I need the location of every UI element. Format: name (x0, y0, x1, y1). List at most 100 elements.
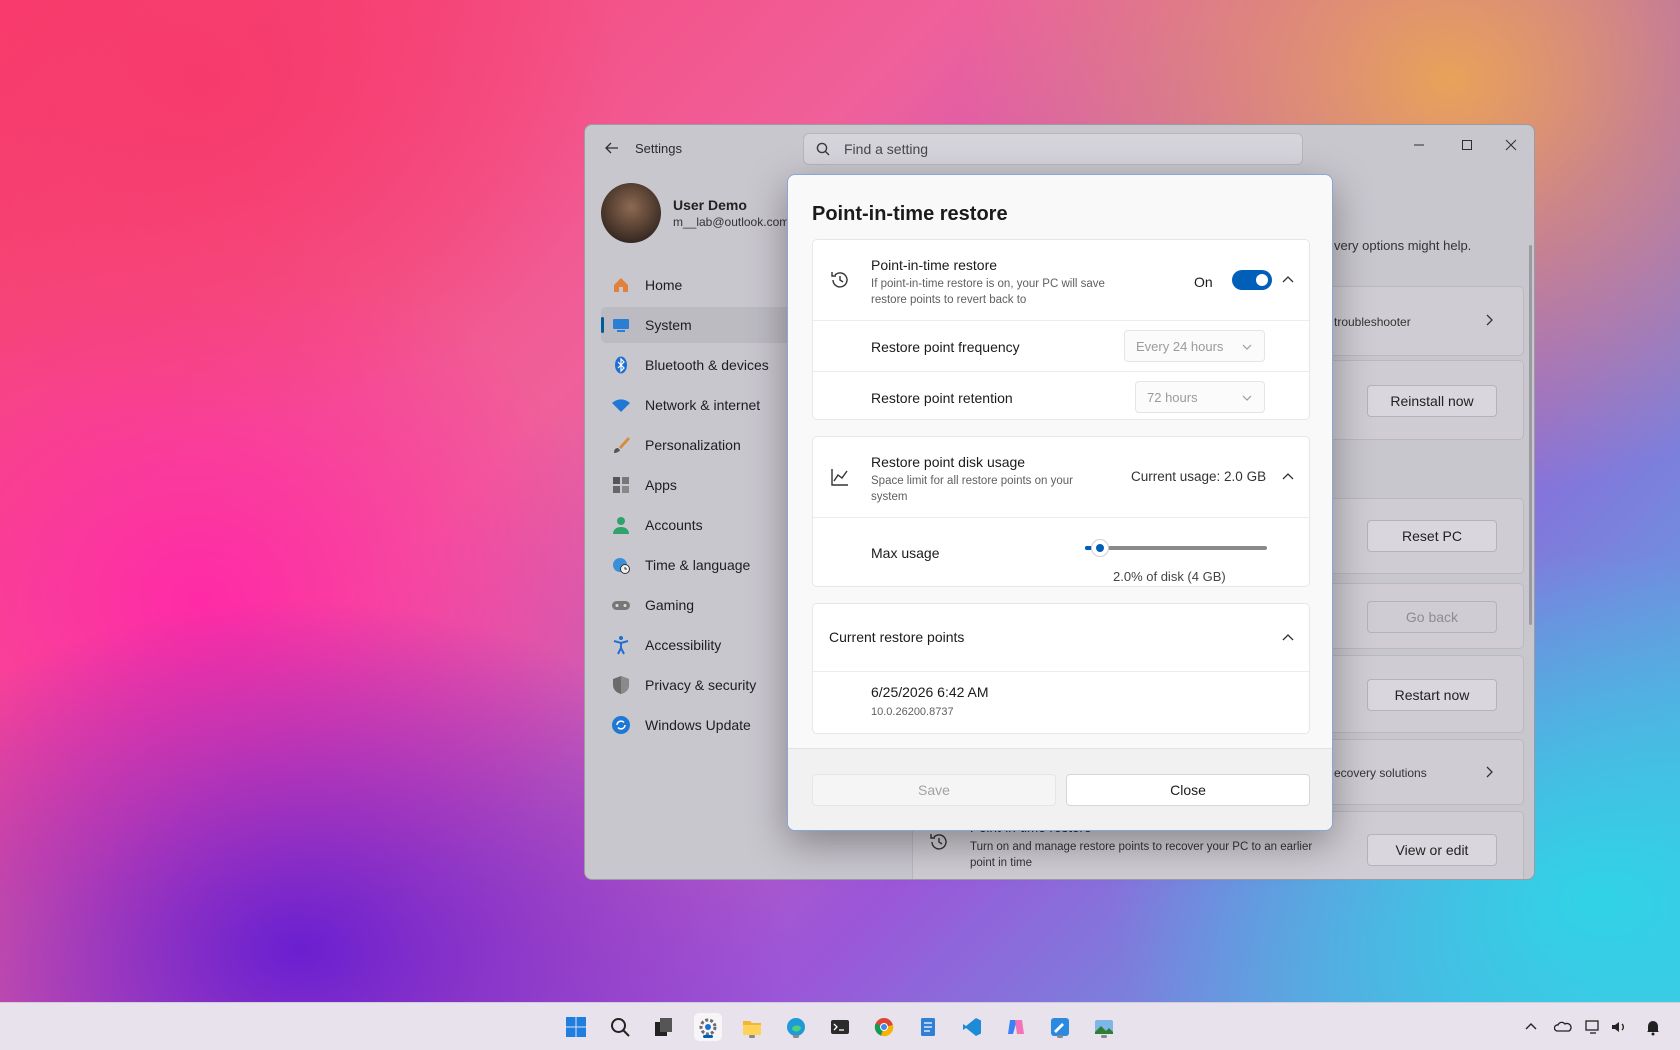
frequency-dropdown[interactable]: Every 24 hours (1124, 330, 1265, 362)
notification-icon[interactable] (1644, 1018, 1662, 1036)
retention-row: Restore point retention 72 hours (813, 371, 1309, 421)
toggle-knob (1256, 274, 1268, 286)
start-icon (566, 1017, 586, 1037)
avatar (601, 183, 661, 243)
active-indicator (601, 317, 604, 333)
maximize-button[interactable] (1447, 133, 1487, 159)
taskbar-notepad[interactable] (914, 1013, 942, 1041)
taskbar-edge[interactable] (782, 1013, 810, 1041)
pitr-toggle-row[interactable]: Point-in-time restore If point-in-time r… (813, 240, 1309, 320)
maximize-icon (1462, 140, 1472, 150)
close-button[interactable]: Close (1066, 774, 1310, 806)
restore-points-title: Current restore points (829, 629, 965, 645)
recovery-hint-text: very options might help. (1334, 238, 1472, 253)
chevron-up-icon[interactable] (1281, 273, 1295, 287)
disk-usage-row[interactable]: Restore point disk usage Space limit for… (813, 437, 1309, 517)
chevron-right-icon (1486, 314, 1493, 326)
chevron-up-icon[interactable] (1281, 631, 1295, 645)
slider-thumb[interactable] (1090, 539, 1109, 557)
sidebar-item-gaming[interactable]: Gaming (601, 587, 791, 623)
paint-icon (1051, 1018, 1069, 1036)
restore-point-item[interactable]: 6/25/2026 6:42 AM 10.0.26200.8737 (813, 671, 1309, 735)
max-usage-label: Max usage (871, 545, 940, 561)
globe-clock-icon (613, 558, 630, 574)
running-indicator (1101, 1035, 1107, 1038)
restore-points-header[interactable]: Current restore points (813, 604, 1309, 671)
close-icon (1505, 139, 1517, 151)
taskbar-file-explorer[interactable] (738, 1013, 766, 1041)
task-view-icon (655, 1018, 672, 1036)
task-view-button[interactable] (650, 1013, 678, 1041)
reinstall-now-button[interactable]: Reinstall now (1367, 385, 1497, 417)
taskbar-copilot[interactable] (1002, 1013, 1030, 1041)
sidebar-item-windows-update[interactable]: Windows Update (601, 707, 791, 743)
toggle-state-label: On (1194, 274, 1213, 290)
troubleshooter-text: troubleshooter (1334, 315, 1411, 329)
copilot-icon (1008, 1020, 1024, 1034)
chrome-icon (874, 1018, 894, 1037)
window-title: Settings (635, 141, 682, 156)
gamepad-icon (612, 601, 630, 610)
chevron-down-icon (1242, 395, 1252, 401)
volume-icon[interactable] (1610, 1018, 1628, 1036)
history-icon (831, 272, 848, 288)
minimize-button[interactable] (1399, 133, 1439, 159)
chevron-up-icon[interactable] (1522, 1018, 1540, 1036)
search-icon (816, 142, 830, 156)
taskbar-vscode[interactable] (958, 1013, 986, 1041)
search-input[interactable] (844, 134, 1284, 164)
sidebar-item-label: Home (645, 277, 683, 293)
sidebar-item-time-language[interactable]: Time & language (601, 547, 791, 583)
reset-pc-button[interactable]: Reset PC (1367, 520, 1497, 552)
sidebar-item-home[interactable]: Home (601, 267, 791, 303)
sidebar-item-accounts[interactable]: Accounts (601, 507, 791, 543)
search-box[interactable] (803, 133, 1303, 165)
sidebar-item-personalization[interactable]: Personalization (601, 427, 791, 463)
taskbar-terminal[interactable] (826, 1013, 854, 1041)
sidebar-item-label: Network & internet (645, 397, 761, 413)
sidebar-item-privacy[interactable]: Privacy & security (601, 667, 791, 703)
back-button[interactable] (601, 137, 623, 159)
sidebar-item-accessibility[interactable]: Accessibility (601, 627, 791, 663)
frequency-row: Restore point frequency Every 24 hours (813, 320, 1309, 371)
disk-usage-title: Restore point disk usage (871, 454, 1026, 470)
pitr-card-desc: Turn on and manage restore points to rec… (970, 841, 1313, 869)
sidebar-item-network[interactable]: Network & internet (601, 387, 791, 423)
sidebar-item-system[interactable]: System (601, 307, 791, 343)
history-icon (930, 834, 947, 850)
chevron-up-icon[interactable] (1281, 470, 1295, 484)
sidebar-item-bluetooth[interactable]: Bluetooth & devices (601, 347, 791, 383)
sidebar-item-label: System (645, 317, 692, 333)
restart-now-button[interactable]: Restart now (1367, 679, 1497, 711)
sidebar-item-label: Bluetooth & devices (645, 357, 769, 373)
retention-dropdown[interactable]: 72 hours (1135, 381, 1265, 413)
taskbar-search-button[interactable] (606, 1013, 634, 1041)
terminal-icon (831, 1020, 849, 1034)
taskbar-chrome[interactable] (870, 1013, 898, 1041)
sidebar-item-apps[interactable]: Apps (601, 467, 791, 503)
pitr-toggle-switch[interactable] (1232, 270, 1272, 290)
scrollbar[interactable] (1529, 245, 1532, 625)
save-button[interactable]: Save (812, 774, 1056, 806)
network-icon[interactable] (1584, 1018, 1602, 1036)
max-usage-slider[interactable] (1085, 539, 1267, 557)
minimize-icon (1414, 144, 1424, 146)
taskbar-photos[interactable] (1090, 1013, 1118, 1041)
slider-track (1085, 546, 1267, 550)
sidebar-item-label: Privacy & security (645, 677, 757, 693)
go-back-button[interactable]: Go back (1367, 601, 1497, 633)
view-or-edit-button[interactable]: View or edit (1367, 834, 1497, 866)
user-profile[interactable]: User Demo m__lab@outlook.com (601, 183, 801, 243)
onedrive-icon[interactable] (1554, 1018, 1572, 1036)
close-window-button[interactable] (1491, 133, 1531, 159)
system-icon (613, 319, 629, 332)
restore-point-date: 6/25/2026 6:42 AM (871, 684, 989, 700)
start-button[interactable] (562, 1013, 590, 1041)
vscode-icon (963, 1018, 981, 1036)
restore-point-build: 10.0.26200.8737 (871, 706, 954, 718)
taskbar-settings[interactable] (694, 1013, 722, 1041)
taskbar-paint[interactable] (1046, 1013, 1074, 1041)
sidebar-item-label: Accessibility (645, 637, 722, 653)
user-email: m__lab@outlook.com (673, 215, 790, 229)
sidebar-nav: Home System Bluetooth & devices Network … (601, 267, 791, 747)
